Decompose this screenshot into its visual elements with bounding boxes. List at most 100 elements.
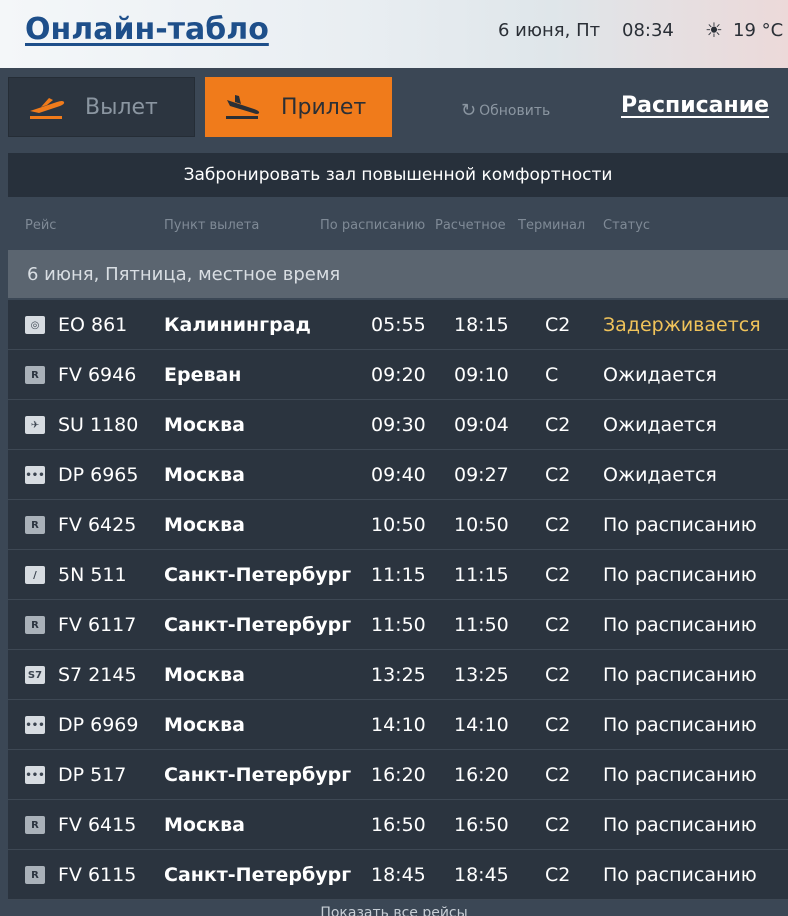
estimated-time: 11:15 — [454, 564, 509, 586]
scheduled-time: 13:25 — [371, 664, 426, 686]
table-row[interactable]: R FV 6415 Москва 16:50 16:50 C2 По расписанию — [8, 800, 788, 850]
scheduled-time: 16:50 — [371, 814, 426, 836]
sun-icon: ☀ — [705, 18, 723, 42]
flight-status: Задерживается — [603, 314, 761, 336]
flight-number: DP 6969 — [58, 714, 139, 736]
flight-number: DP 517 — [58, 764, 127, 786]
origin-city: Москва — [164, 464, 245, 486]
origin-city: Санкт-Петербург — [164, 764, 352, 786]
header-date: 6 июня, Пт — [498, 20, 601, 41]
table-row[interactable]: ••• DP 6965 Москва 09:40 09:27 C2 Ожидается — [8, 450, 788, 500]
header-time: 08:34 — [622, 20, 674, 41]
table-row[interactable]: ••• DP 517 Санкт-Петербург 16:20 16:20 C2 По р… — [8, 750, 788, 800]
table-row[interactable]: R FV 6946 Ереван 09:20 09:10 C Ожидается — [8, 350, 788, 400]
flight-board-panel: Вылет Прилет ↻ Обновить Расписание Забро… — [0, 68, 788, 916]
flight-number: FV 6425 — [58, 514, 137, 536]
col-flight: Рейс — [25, 218, 57, 233]
airline-logo-icon: S7 — [25, 666, 45, 684]
estimated-time: 10:50 — [454, 514, 509, 536]
estimated-time: 14:10 — [454, 714, 509, 736]
flight-number: FV 6115 — [58, 864, 137, 886]
book-lounge-button[interactable]: Забронировать зал повышенной комфортност… — [8, 153, 788, 197]
airline-logo-icon: / — [25, 566, 45, 584]
table-row[interactable]: ••• DP 6969 Москва 14:10 14:10 C2 По расписани… — [8, 700, 788, 750]
show-all-flights-link[interactable]: Показать все рейсы — [0, 905, 788, 916]
flight-status: По расписанию — [603, 764, 757, 786]
airline-logo-icon: R — [25, 516, 45, 534]
airline-logo-icon: ✈ — [25, 416, 45, 434]
refresh-label: Обновить — [479, 102, 551, 119]
page-title[interactable]: Онлайн-табло — [25, 12, 269, 47]
flight-status: По расписанию — [603, 564, 757, 586]
flight-status: Ожидается — [603, 464, 717, 486]
col-scheduled: По расписанию — [320, 218, 426, 233]
table-row[interactable]: R FV 6117 Санкт-Петербург 11:50 11:50 C2 По ра… — [8, 600, 788, 650]
scheduled-time: 10:50 — [371, 514, 426, 536]
top-header: Онлайн-табло 6 июня, Пт 08:34 ☀ 19 °C — [0, 0, 788, 68]
origin-city: Санкт-Петербург — [164, 864, 352, 886]
flight-status: По расписанию — [603, 614, 757, 636]
flight-status: Ожидается — [603, 414, 717, 436]
scheduled-time: 09:40 — [371, 464, 426, 486]
scheduled-time: 16:20 — [371, 764, 426, 786]
plane-landing-icon — [226, 95, 260, 119]
airline-logo-icon: ◎ — [25, 316, 45, 334]
origin-city: Москва — [164, 664, 245, 686]
flight-number: S7 2145 — [58, 664, 137, 686]
col-terminal: Терминал — [518, 218, 586, 233]
airline-logo-icon: ••• — [25, 716, 45, 734]
terminal: C2 — [545, 414, 571, 436]
origin-city: Калининград — [164, 314, 311, 336]
terminal: C2 — [545, 764, 571, 786]
table-row[interactable]: R FV 6115 Санкт-Петербург 18:45 18:45 C2 По ра… — [8, 850, 788, 900]
table-row[interactable]: R FV 6425 Москва 10:50 10:50 C2 По расписанию — [8, 500, 788, 550]
plane-takeoff-icon — [30, 98, 65, 119]
estimated-time: 13:25 — [454, 664, 509, 686]
origin-city: Санкт-Петербург — [164, 564, 352, 586]
flight-number: FV 6946 — [58, 364, 137, 386]
estimated-time: 11:50 — [454, 614, 509, 636]
origin-city: Санкт-Петербург — [164, 614, 352, 636]
scheduled-time: 14:10 — [371, 714, 426, 736]
flight-status: По расписанию — [603, 864, 757, 886]
origin-city: Москва — [164, 714, 245, 736]
table-row[interactable]: ✈ SU 1180 Москва 09:30 09:04 C2 Ожидается — [8, 400, 788, 450]
tab-arrival-label: Прилет — [281, 94, 367, 120]
table-row[interactable]: / 5N 511 Санкт-Петербург 11:15 11:15 C2 По рас… — [8, 550, 788, 600]
scheduled-time: 11:50 — [371, 614, 426, 636]
temperature: 19 °C — [733, 20, 784, 41]
scheduled-time: 05:55 — [371, 314, 426, 336]
column-headers: Рейс Пункт вылета По расписанию Расчетно… — [0, 218, 788, 238]
terminal: C2 — [545, 714, 571, 736]
terminal: C2 — [545, 814, 571, 836]
flight-number: 5N 511 — [58, 564, 127, 586]
table-row[interactable]: S7 S7 2145 Москва 13:25 13:25 C2 По расписанию — [8, 650, 788, 700]
airline-logo-icon: ••• — [25, 766, 45, 784]
scheduled-time: 09:20 — [371, 364, 426, 386]
flight-number: EO 861 — [58, 314, 128, 336]
flight-number: DP 6965 — [58, 464, 139, 486]
scheduled-time: 11:15 — [371, 564, 426, 586]
refresh-icon: ↻ — [461, 100, 477, 121]
terminal: C2 — [545, 514, 571, 536]
estimated-time: 09:27 — [454, 464, 509, 486]
schedule-link[interactable]: Расписание — [621, 93, 769, 118]
estimated-time: 09:10 — [454, 364, 509, 386]
estimated-time: 09:04 — [454, 414, 509, 436]
table-row[interactable]: ◎ EO 861 Калининград 05:55 18:15 C2 Задерживае… — [8, 300, 788, 350]
flight-status: Ожидается — [603, 364, 717, 386]
terminal: C2 — [545, 664, 571, 686]
estimated-time: 16:20 — [454, 764, 509, 786]
terminal: C2 — [545, 614, 571, 636]
flight-number: SU 1180 — [58, 414, 139, 436]
tab-departure[interactable]: Вылет — [8, 77, 195, 137]
airline-logo-icon: R — [25, 866, 45, 884]
airline-logo-icon: R — [25, 366, 45, 384]
refresh-button[interactable]: ↻ Обновить — [461, 100, 550, 121]
origin-city: Москва — [164, 414, 245, 436]
origin-city: Ереван — [164, 364, 242, 386]
tab-arrival[interactable]: Прилет — [205, 77, 392, 137]
flight-status: По расписанию — [603, 664, 757, 686]
estimated-time: 16:50 — [454, 814, 509, 836]
col-estimated: Расчетное — [435, 218, 506, 233]
